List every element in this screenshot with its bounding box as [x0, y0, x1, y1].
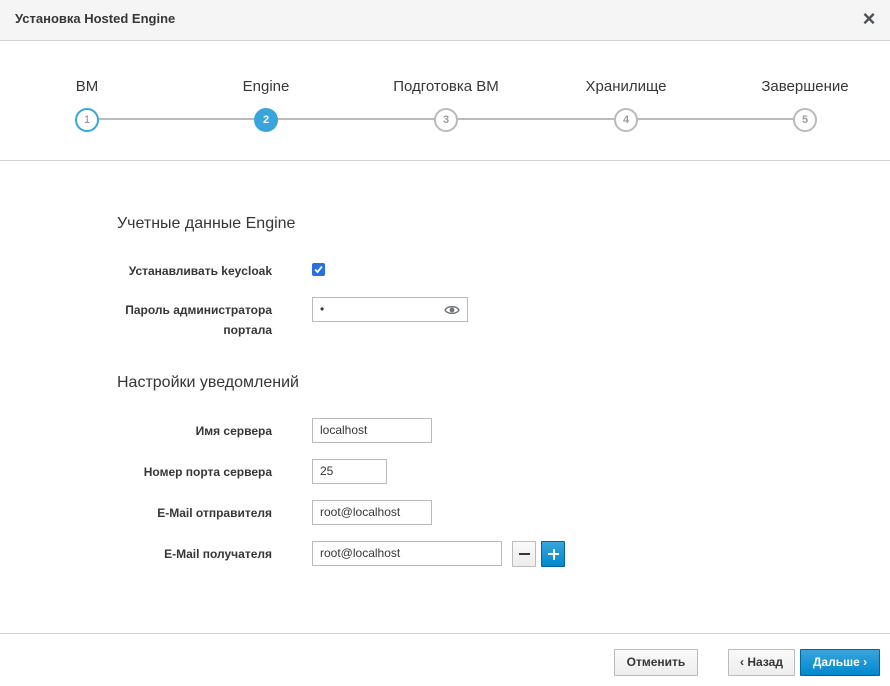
sender-email-label: E-Mail отправителя — [157, 506, 272, 520]
wizard-step-number: 1 — [75, 108, 99, 132]
wizard-step-label: Завершение — [761, 78, 849, 95]
sender-email-input[interactable]: root@localhost — [312, 500, 432, 525]
wizard-step-number: 4 — [614, 108, 638, 132]
server-name-input[interactable]: localhost — [312, 418, 432, 443]
check-icon — [314, 265, 323, 274]
wizard-step-number: 2 — [254, 108, 278, 132]
wizard-step-5[interactable]: Завершение 5 — [725, 41, 885, 151]
wizard-step-2[interactable]: Engine 2 — [186, 41, 346, 151]
wizard-step-number: 5 — [793, 108, 817, 132]
wizard-step-3[interactable]: Подготовка ВМ 3 — [366, 41, 526, 151]
section-title-notifications: Настройки уведомлений — [117, 374, 299, 391]
admin-password-label: Пароль администратора портала — [22, 300, 272, 340]
wizard-steps: ВМ 1 Engine 2 Подготовка ВМ 3 Хранилище … — [0, 41, 890, 161]
close-icon[interactable]: × — [860, 8, 878, 30]
wizard-step-label: Хранилище — [585, 78, 667, 95]
server-port-label: Номер порта сервера — [143, 465, 272, 479]
add-recipient-button[interactable] — [541, 541, 565, 567]
dialog-footer: Отменить ‹ Назад Дальше › — [0, 633, 890, 686]
keycloak-checkbox[interactable] — [312, 263, 325, 276]
wizard-step-label: Engine — [242, 78, 290, 95]
next-button[interactable]: Дальше › — [800, 649, 880, 676]
wizard-step-label: Подготовка ВМ — [393, 78, 499, 95]
wizard-step-number: 3 — [434, 108, 458, 132]
wizard-step-label: ВМ — [75, 78, 99, 95]
eye-icon[interactable] — [444, 304, 460, 316]
admin-password-label-line1: Пароль администратора — [125, 303, 272, 317]
wizard-step-4[interactable]: Хранилище 4 — [546, 41, 706, 151]
remove-recipient-button[interactable] — [512, 541, 536, 567]
admin-password-field[interactable]: • — [312, 297, 468, 322]
recipient-email-label: E-Mail получателя — [164, 547, 272, 561]
section-title-engine-credentials: Учетные данные Engine — [117, 215, 296, 232]
admin-password-label-line2: портала — [223, 323, 272, 337]
wizard-step-1[interactable]: ВМ 1 — [7, 41, 167, 151]
recipient-email-input[interactable]: root@localhost — [312, 541, 502, 566]
keycloak-label: Устанавливать keycloak — [128, 264, 272, 278]
dialog-title: Установка Hosted Engine — [15, 11, 176, 26]
cancel-button[interactable]: Отменить — [614, 649, 698, 676]
admin-password-value: • — [320, 302, 325, 316]
dialog-header: Установка Hosted Engine × — [0, 0, 890, 41]
back-button[interactable]: ‹ Назад — [728, 649, 795, 676]
server-name-label: Имя сервера — [195, 424, 272, 438]
minus-icon — [519, 553, 530, 555]
server-port-input[interactable]: 25 — [312, 459, 387, 484]
